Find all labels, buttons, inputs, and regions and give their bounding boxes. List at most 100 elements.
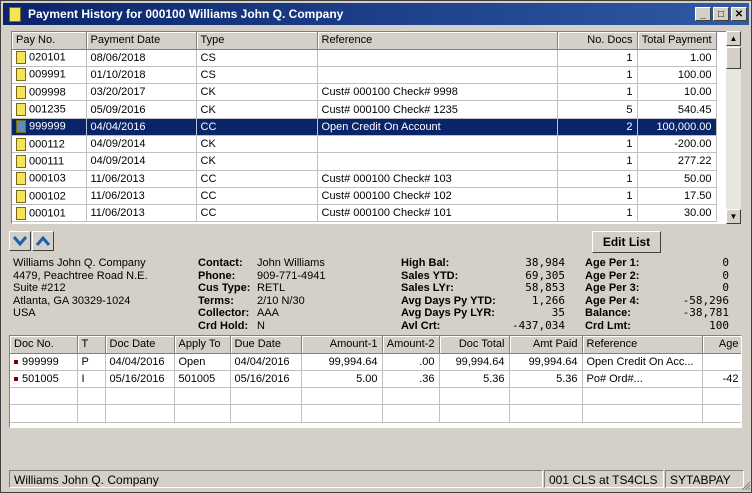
doc-cell: P (77, 353, 106, 371)
payment-row[interactable]: 000101 11/06/2013 CC Cust# 000100 Check# 10… (12, 204, 717, 223)
doc-column-header[interactable]: Amount-1 (301, 336, 383, 354)
column-header[interactable]: No. Docs (557, 32, 638, 50)
prev-customer-button[interactable] (9, 231, 31, 251)
payment-cell: CC (196, 118, 318, 136)
doc-column-header[interactable]: Doc Date (105, 336, 175, 354)
scroll-up-button[interactable]: ▲ (726, 31, 741, 46)
payment-row[interactable]: 009998 03/20/2017 CK Cust# 000100 Check# 99… (12, 83, 717, 102)
payment-cell: Cust# 000100 Check# 101 (317, 204, 558, 223)
doc-column-header[interactable]: Reference (582, 336, 703, 354)
customer-address: Williams John Q. Company 4479, Peachtree… (13, 257, 148, 320)
document-icon (16, 154, 26, 168)
payment-cell: Cust# 000100 Check# 102 (317, 187, 558, 206)
doc-cell: 99,994.64 (509, 353, 583, 371)
payment-cell: 50.00 (637, 170, 717, 188)
column-header[interactable]: Pay No. (12, 32, 87, 50)
payment-cell: 30.00 (637, 204, 717, 223)
document-icon (16, 103, 26, 117)
doc-column-header[interactable]: Doc No. (10, 336, 78, 354)
payment-cell: CK (196, 83, 318, 102)
scroll-down-button[interactable]: ▼ (726, 209, 741, 224)
payment-row[interactable]: 000102 11/06/2013 CC Cust# 000100 Check# 10… (12, 187, 717, 206)
doc-row[interactable]: 999999 P 04/04/2016 Open 04/04/2016 99,994.64… (10, 353, 741, 371)
payments-grid[interactable]: Pay No. Payment Date Type Reference No. Docs… (11, 31, 727, 224)
column-header[interactable]: Payment Date (86, 32, 197, 50)
field-value: 58,853 (525, 281, 565, 294)
pay-no: 999999 (29, 120, 66, 133)
document-icon (16, 172, 26, 186)
payment-row[interactable]: 001235 05/09/2016 CK Cust# 000100 Check# 12… (12, 100, 717, 119)
field-label: Crd Hold: (198, 319, 249, 332)
payment-cell: 1 (557, 66, 638, 85)
doc-column-header[interactable]: Doc Total (439, 336, 510, 354)
field-value: John Williams (257, 257, 325, 269)
maximize-button[interactable]: □ (713, 7, 729, 21)
payment-cell: 000102 (12, 187, 87, 206)
doc-column-header[interactable]: Age (702, 336, 741, 354)
document-icon (16, 85, 26, 99)
field-label: Collector: (198, 307, 250, 319)
document-icon (16, 137, 26, 151)
next-customer-button[interactable] (32, 231, 54, 251)
column-header[interactable]: Type (196, 32, 318, 50)
payment-row[interactable]: 999999 04/04/2016 CC Open Credit On Account… (12, 118, 717, 136)
payment-cell: CC (196, 170, 318, 188)
field-label: Contact: (198, 257, 243, 269)
resize-grip-icon[interactable] (741, 481, 751, 491)
payment-cell: 540.45 (637, 100, 717, 119)
payment-row[interactable]: 020101 08/06/2018 CS 1 1.00 (12, 49, 717, 67)
scroll-thumb[interactable] (726, 47, 741, 69)
field-value: 0 (722, 281, 729, 294)
doc-column-header[interactable]: Amount-2 (382, 336, 440, 354)
doc-cell: Open (174, 353, 231, 371)
payment-cell: 05/09/2016 (86, 100, 197, 119)
doc-cell (174, 387, 231, 406)
title-bar: Payment History for 000100 Williams John… (3, 3, 749, 25)
doc-row[interactable]: 501005 I 05/16/2016 501005 05/16/2016 5.00.36… (10, 370, 741, 389)
pay-no: 001235 (29, 103, 66, 116)
payment-cell (317, 135, 558, 154)
documents-grid[interactable]: Doc No. T Doc Date Apply To Due Date Amount-1… (9, 335, 742, 428)
column-header[interactable]: Reference (317, 32, 558, 50)
close-button[interactable]: ✕ (731, 7, 747, 21)
payment-cell: 5 (557, 100, 638, 119)
doc-cell (77, 404, 106, 423)
doc-cell (582, 387, 703, 406)
doc-cell (509, 387, 583, 406)
doc-cell (77, 387, 106, 406)
payment-cell: 1.00 (637, 49, 717, 67)
doc-cell (582, 404, 703, 423)
address-line-2: Suite #212 (13, 282, 66, 294)
field-label: Balance: (585, 307, 631, 319)
payment-cell: Cust# 000100 Check# 1235 (317, 100, 558, 119)
minimize-button[interactable]: _ (695, 7, 711, 21)
payment-cell: 11/06/2013 (86, 204, 197, 223)
doc-cell: 501005 (174, 370, 231, 389)
doc-cell (382, 387, 440, 406)
column-header[interactable]: Total Payment (637, 32, 717, 50)
field-value: -437,034 (512, 318, 565, 332)
payment-row[interactable]: 000103 11/06/2013 CC Cust# 000100 Check# 10… (12, 170, 717, 188)
doc-column-header[interactable]: Amt Paid (509, 336, 583, 354)
doc-cell: 5.36 (509, 370, 583, 389)
payments-scrollbar[interactable]: ▲ ▼ (726, 31, 741, 224)
payment-row[interactable]: 009991 01/10/2018 CS 1 100.00 (12, 66, 717, 85)
doc-column-header[interactable]: Due Date (230, 336, 302, 354)
field-label: Age Per 2: (585, 269, 640, 282)
payment-cell: 10.00 (637, 83, 717, 102)
field-value: 909-771-4941 (257, 269, 326, 282)
payment-row[interactable]: 000112 04/09/2014 CK 1 -200.00 (12, 135, 717, 154)
payment-row[interactable]: 000111 04/09/2014 CK 1 277.22 (12, 152, 717, 171)
payment-cell: Cust# 000100 Check# 103 (317, 170, 558, 188)
doc-column-header[interactable]: Apply To (174, 336, 231, 354)
pay-no: 000102 (29, 189, 66, 202)
doc-column-header[interactable]: T (77, 336, 106, 354)
field-value: 2/10 N/30 (257, 294, 305, 307)
doc-no: 501005 (22, 372, 59, 385)
document-icon (16, 68, 26, 82)
edit-list-button[interactable]: Edit List (592, 231, 661, 253)
aging-values: 0 0 0 -58,296 -38,781 100 (661, 256, 729, 332)
payment-cell: 17.50 (637, 187, 717, 206)
field-value: 0 (722, 256, 729, 269)
doc-cell: Open Credit On Acc... (582, 353, 703, 371)
